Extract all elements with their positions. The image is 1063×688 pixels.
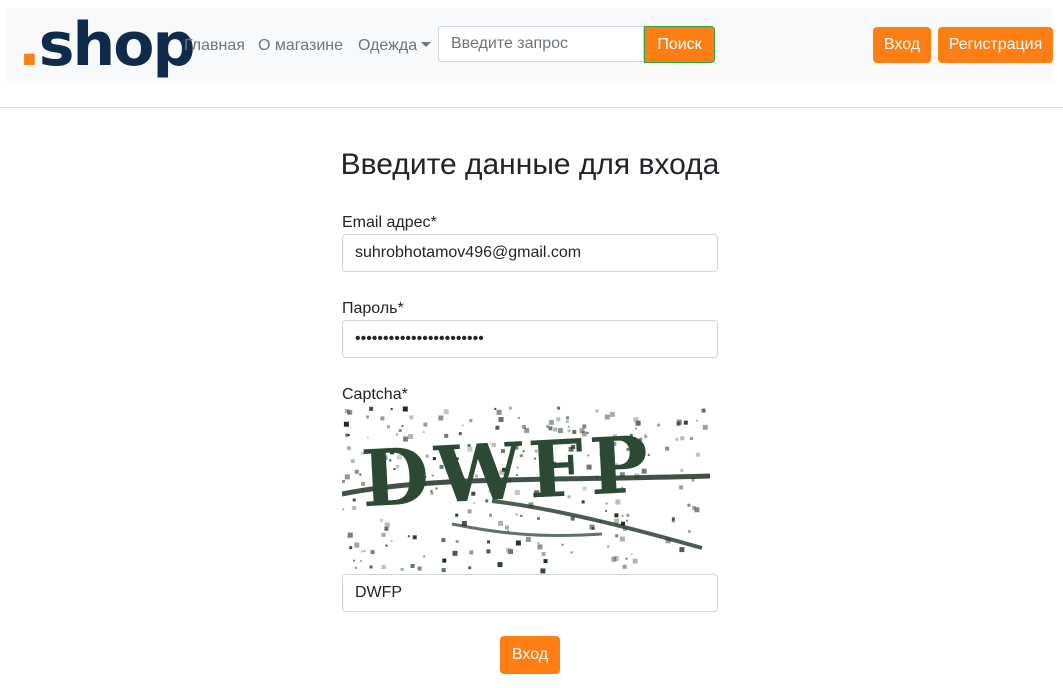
captcha-text: DWFP [359, 419, 657, 525]
captcha-label: Captcha* [342, 386, 408, 403]
nav-link-home[interactable]: Главная [184, 35, 245, 57]
nav-dropdown-clothing[interactable]: Одежда [358, 35, 432, 57]
email-label: Email адрес* [342, 214, 437, 231]
login-button[interactable]: Вход [873, 27, 931, 63]
nav-link-about[interactable]: О магазине [258, 35, 343, 57]
password-field[interactable] [342, 320, 718, 358]
captcha-image: DWFP [342, 406, 710, 574]
logo[interactable]: .shop [18, 10, 196, 80]
logo-text: shop [38, 10, 196, 80]
navbar: .shop Главная О магазине Одежда Поиск Вх… [6, 8, 1053, 82]
register-button[interactable]: Регистрация [938, 27, 1053, 63]
captcha-field[interactable] [342, 574, 718, 612]
submit-login-button[interactable]: Вход [500, 636, 560, 674]
page-title: Введите данные для входа [340, 148, 720, 181]
logo-dot: . [18, 10, 41, 80]
header-divider [0, 107, 1063, 108]
search-button[interactable]: Поиск [644, 26, 715, 63]
email-field[interactable] [342, 234, 718, 272]
nav-dropdown-label: Одежда [358, 37, 418, 54]
search-input[interactable] [438, 26, 644, 62]
password-label: Пароль* [342, 300, 404, 317]
caret-down-icon [421, 42, 432, 47]
